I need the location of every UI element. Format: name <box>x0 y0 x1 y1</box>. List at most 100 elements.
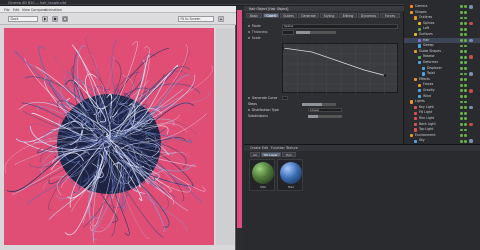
render-visibility-icon[interactable] <box>464 33 467 37</box>
render-visibility-icon[interactable] <box>464 44 467 48</box>
render-visibility-icon[interactable] <box>464 106 467 109</box>
mode-dropdown[interactable]: Spline <box>282 24 398 29</box>
thickness-field[interactable] <box>282 30 294 35</box>
tag-icon[interactable] <box>469 139 473 143</box>
render-visibility-icon[interactable] <box>464 66 467 70</box>
tag-icon[interactable] <box>469 21 473 26</box>
editor-visibility-icon[interactable] <box>460 16 463 20</box>
viewer-menu-animation[interactable]: Animation <box>45 8 62 12</box>
tab-guides[interactable]: Guides <box>280 13 297 18</box>
editor-visibility-icon[interactable] <box>460 55 463 59</box>
render-visibility-icon[interactable] <box>464 117 467 121</box>
keyframe-dot-icon[interactable] <box>248 36 251 40</box>
keyframe-dot-icon[interactable] <box>248 24 251 28</box>
keyframe-dot-icon[interactable] <box>248 30 251 34</box>
render-visibility-icon[interactable] <box>464 72 467 76</box>
editor-visibility-icon[interactable] <box>460 38 463 42</box>
editor-visibility-icon[interactable] <box>460 122 463 126</box>
material-menu-edit[interactable]: Edit <box>262 146 268 150</box>
render-visibility-icon[interactable] <box>464 128 467 132</box>
editor-visibility-icon[interactable] <box>460 27 463 31</box>
editor-visibility-icon[interactable] <box>460 111 463 115</box>
editor-visibility-icon[interactable] <box>460 117 463 121</box>
editor-visibility-icon[interactable] <box>460 33 463 37</box>
viewer-menu-compare[interactable]: Compare <box>31 8 46 12</box>
tab-dynamics[interactable]: Dynamics <box>358 13 379 18</box>
generate-curve-checkbox[interactable] <box>282 95 288 100</box>
render-visibility-icon[interactable] <box>464 10 467 14</box>
render-visibility-icon[interactable] <box>464 83 467 87</box>
export-button[interactable] <box>218 16 224 22</box>
editor-visibility-icon[interactable] <box>460 66 463 70</box>
spline-curve-graph[interactable] <box>282 43 399 94</box>
render-visibility-icon[interactable] <box>464 111 467 115</box>
editor-visibility-icon[interactable] <box>460 72 463 76</box>
render-visibility-icon[interactable] <box>464 50 467 53</box>
tab-basic[interactable]: Basic <box>246 13 262 18</box>
editor-visibility-icon[interactable] <box>460 44 463 48</box>
tab-all[interactable]: All <box>250 152 260 157</box>
material-menu-create[interactable]: Create <box>250 146 261 150</box>
tag-icon[interactable] <box>469 38 473 43</box>
render-visibility-icon[interactable] <box>464 55 467 59</box>
view-mode-dropdown[interactable]: Fit to Screen <box>178 16 214 22</box>
editor-visibility-icon[interactable] <box>460 5 463 9</box>
subdivisions-slider[interactable] <box>308 115 342 118</box>
editor-visibility-icon[interactable] <box>460 83 463 87</box>
render-visibility-icon[interactable] <box>464 16 467 20</box>
material-menu-texture[interactable]: Texture <box>286 146 298 150</box>
tag-icon[interactable] <box>469 122 473 127</box>
editor-visibility-icon[interactable] <box>460 94 463 98</box>
render-visibility-icon[interactable] <box>464 89 467 93</box>
keyframe-dot-icon[interactable] <box>248 108 251 112</box>
render-visibility-icon[interactable] <box>464 22 467 25</box>
material-menu-function[interactable]: Function <box>271 146 285 150</box>
tab-generate[interactable]: Generate <box>298 13 319 18</box>
stop-button[interactable] <box>52 16 58 22</box>
tab-coord[interactable]: Coord <box>263 13 279 18</box>
editor-visibility-icon[interactable] <box>460 139 463 143</box>
play-button[interactable] <box>42 16 48 22</box>
distribution-dropdown[interactable]: Linear <box>308 107 342 112</box>
editor-visibility-icon[interactable] <box>460 134 463 137</box>
viewer-menu-view[interactable]: View <box>22 8 30 12</box>
render-visibility-icon[interactable] <box>464 27 467 31</box>
render-visibility-icon[interactable] <box>464 78 467 81</box>
material-swatch-mat[interactable]: Mat <box>249 159 275 191</box>
render-visibility-icon[interactable] <box>464 5 467 9</box>
material-swatch-hair[interactable]: Hair <box>277 159 303 191</box>
tag-icon[interactable] <box>469 5 473 9</box>
tag-icon[interactable] <box>469 55 473 59</box>
tab-no-layer[interactable]: No Layer <box>261 152 281 157</box>
editor-visibility-icon[interactable] <box>460 22 463 25</box>
render-visibility-icon[interactable] <box>464 61 467 65</box>
viewer-menu-file[interactable]: File <box>4 8 10 12</box>
tag-icon[interactable] <box>469 72 473 76</box>
editor-visibility-icon[interactable] <box>460 106 463 109</box>
editor-visibility-icon[interactable] <box>460 100 463 104</box>
zoom-dropdown[interactable]: Dock <box>8 16 38 22</box>
viewer-menu-edit[interactable]: Edit <box>13 8 19 12</box>
editor-visibility-icon[interactable] <box>460 10 463 14</box>
editor-visibility-icon[interactable] <box>460 50 463 53</box>
region-button[interactable] <box>62 16 68 22</box>
thickness-slider[interactable] <box>296 31 336 34</box>
editor-visibility-icon[interactable] <box>460 78 463 81</box>
tag-icon[interactable] <box>469 105 473 110</box>
tab-editing[interactable]: Editing <box>339 13 357 18</box>
editor-visibility-icon[interactable] <box>460 61 463 65</box>
render-visibility-icon[interactable] <box>464 38 467 42</box>
editor-visibility-icon[interactable] <box>460 89 463 93</box>
render-visibility-icon[interactable] <box>464 139 467 143</box>
tab-hair-layer[interactable]: Hair <box>282 152 296 157</box>
panel-divider[interactable] <box>236 6 244 250</box>
render-visibility-icon[interactable] <box>464 134 467 137</box>
tab-styling[interactable]: Styling <box>320 13 338 18</box>
keyframe-dot-icon[interactable] <box>248 96 251 100</box>
tab-forces[interactable]: Forces <box>380 13 400 18</box>
render-visibility-icon[interactable] <box>464 122 467 126</box>
tag-icon[interactable] <box>469 89 473 93</box>
render-canvas[interactable] <box>4 28 214 245</box>
editor-visibility-icon[interactable] <box>460 128 463 132</box>
render-visibility-icon[interactable] <box>464 100 467 104</box>
